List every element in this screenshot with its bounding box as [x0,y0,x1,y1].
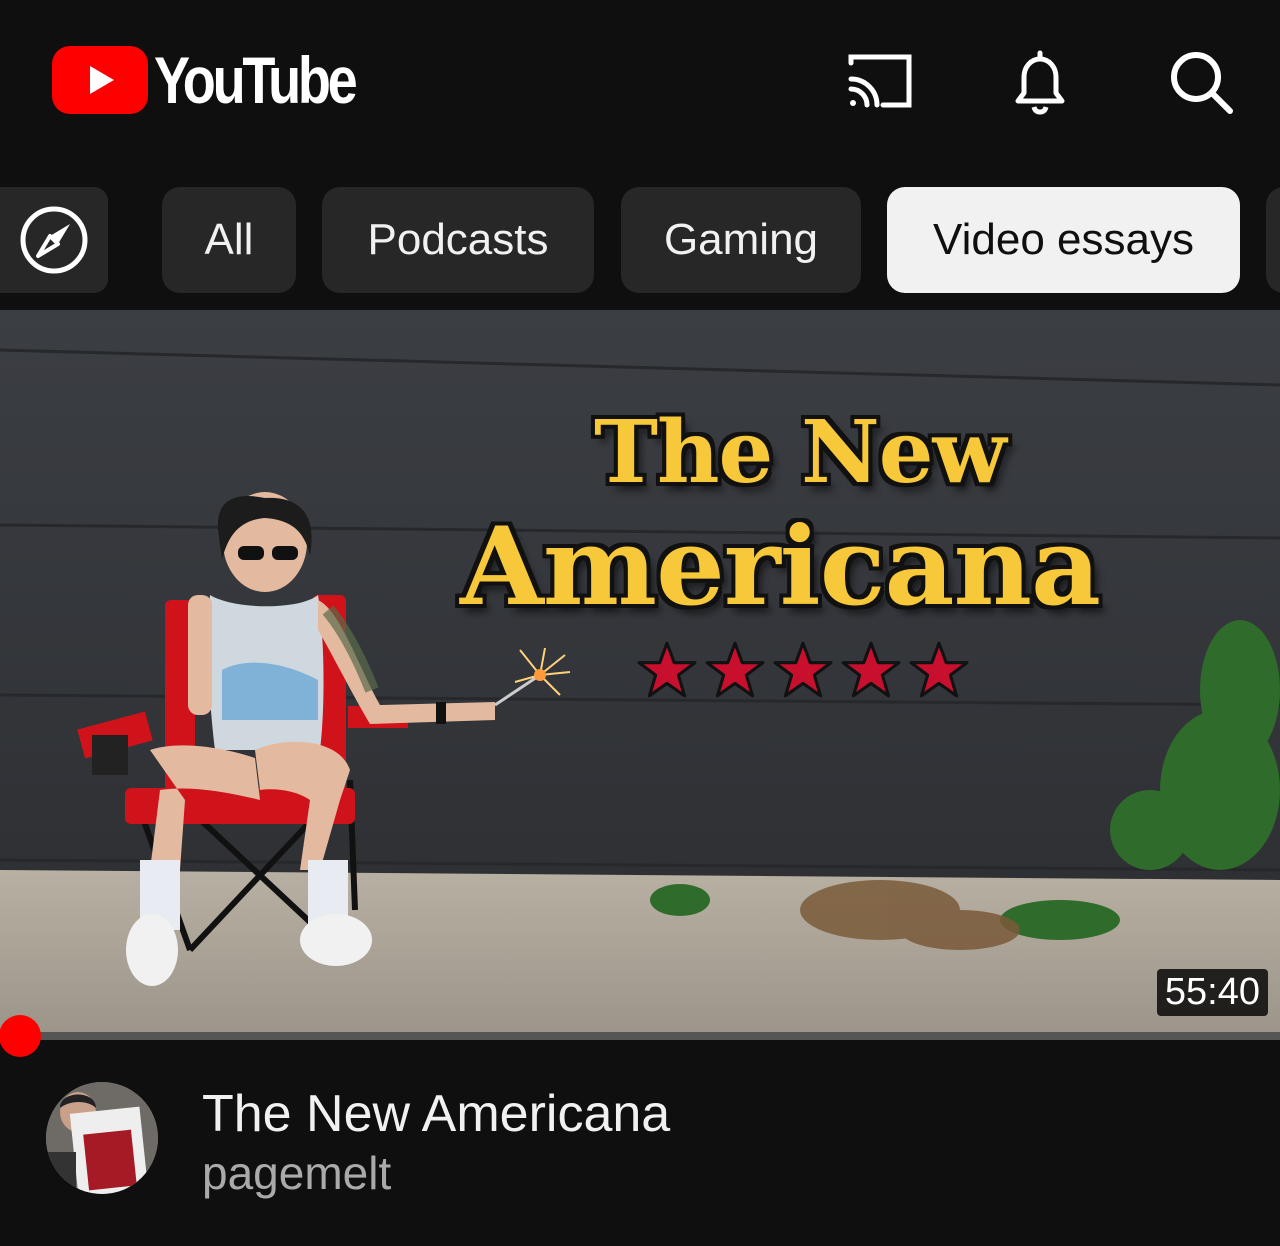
channel-avatar[interactable] [46,1082,158,1194]
thumbnail-title-line1: The New [594,402,1007,503]
avatar-image [46,1082,158,1194]
chip-label: All [204,215,254,264]
chip-all[interactable]: All [162,187,296,293]
duration-badge: 55:40 [1156,969,1268,1016]
top-app-bar: YouTube [0,0,1280,165]
chip-video-essays[interactable]: Video essays [887,187,1240,293]
logo-wordmark: YouTube [154,43,358,117]
star-icon [909,641,969,698]
star-icon [841,641,901,698]
star-icon [637,641,697,698]
chip-next-partial[interactable] [1266,187,1280,293]
progress-scrubber-dot [0,1015,41,1057]
star-icon [773,641,833,698]
youtube-play-logo-icon [52,46,148,114]
explore-chip[interactable] [0,187,108,293]
watch-progress-bar [0,1032,1280,1040]
channel-name[interactable]: pagemelt [202,1146,391,1200]
chip-label: Video essays [933,215,1194,264]
category-chip-bar: All Podcasts Gaming Video essays [0,187,1280,293]
star-icon [705,641,765,698]
cast-icon[interactable] [843,45,915,117]
video-title[interactable]: The New Americana [202,1084,670,1144]
youtube-logo[interactable]: YouTube [52,43,399,117]
search-icon[interactable] [1164,45,1236,117]
chip-gaming[interactable]: Gaming [621,187,861,293]
thumbnail-rating-stars [636,640,970,702]
video-thumbnail[interactable]: The New Americana 55:40 [0,310,1280,1032]
chip-label: Podcasts [367,215,549,264]
chip-podcasts[interactable]: Podcasts [322,187,594,293]
thumbnail-title-line2: Americana [460,504,1101,630]
bell-icon[interactable] [1004,45,1076,117]
compass-icon [20,206,88,274]
chip-label: Gaming [663,215,819,264]
